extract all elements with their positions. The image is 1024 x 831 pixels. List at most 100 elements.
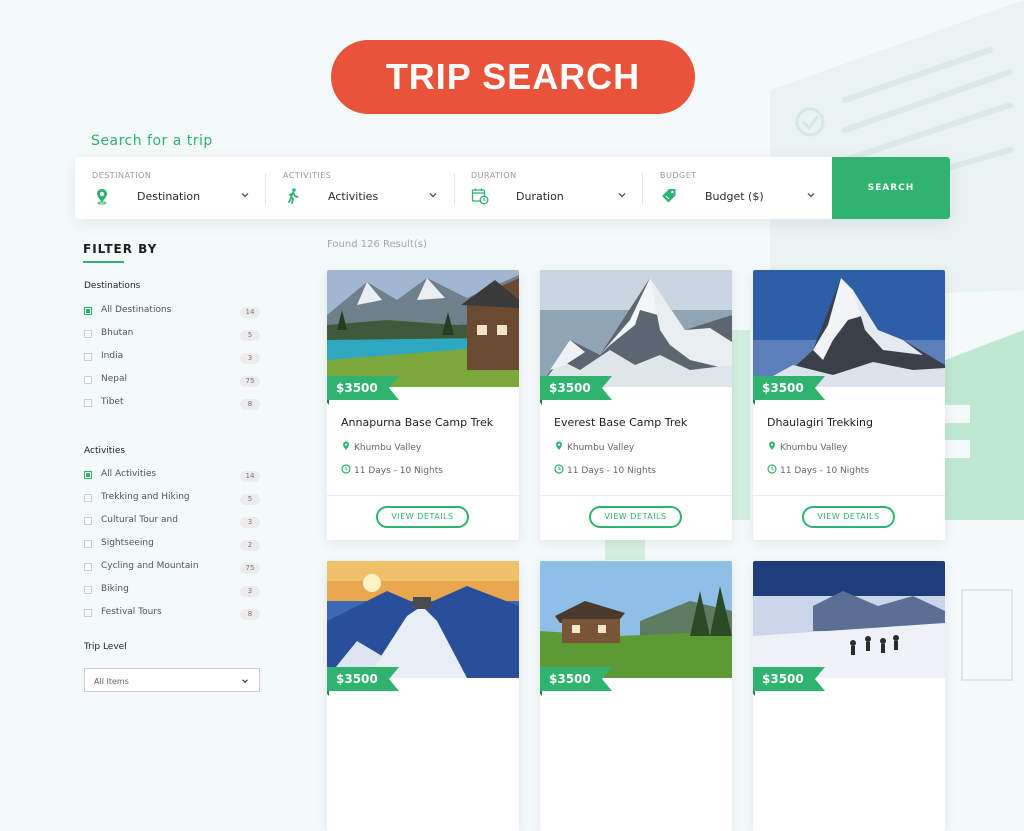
search-bar: DESTINATION Destination ACTIVITIES Activ…	[75, 157, 950, 219]
trip-level-value: All Items	[94, 677, 129, 686]
clock-icon	[341, 464, 351, 474]
destination-value: Destination	[137, 190, 201, 203]
price-tag-icon	[662, 189, 676, 203]
results-count: Found 126 Result(s)	[327, 239, 427, 250]
map-pin-icon	[556, 441, 562, 450]
checkbox[interactable]	[84, 586, 92, 594]
lake-chalet-photo	[327, 270, 519, 387]
sunset-summit-photo	[327, 561, 519, 678]
duration-select[interactable]: DURATION Duration	[471, 157, 631, 219]
count-badge: 75	[240, 376, 260, 387]
trip-title[interactable]: Everest Base Camp Trek	[554, 416, 687, 429]
checkbox[interactable]	[84, 471, 92, 479]
count-badge: 5	[240, 494, 260, 505]
filter-title-underline	[83, 261, 124, 263]
trip-level-select[interactable]: All Items	[84, 668, 260, 692]
price-label: $3500	[549, 381, 591, 395]
filter-option[interactable]: Bhutan 5	[84, 327, 260, 343]
price-tag: $3500	[327, 376, 399, 405]
trip-card[interactable]: $3500 Dhaulagiri Trekking Khumbu Valley …	[753, 270, 945, 540]
filter-option-label: Biking	[101, 584, 129, 594]
checkbox[interactable]	[84, 307, 92, 315]
trip-level-title: Trip Level	[84, 642, 127, 652]
activities-title: Activities	[84, 446, 126, 456]
destination-select[interactable]: DESTINATION Destination	[92, 157, 267, 219]
count-badge: 2	[240, 540, 260, 551]
count-badge: 5	[240, 330, 260, 341]
checkbox[interactable]	[84, 540, 92, 548]
filter-option-label: Cultural Tour and	[101, 515, 178, 525]
map-pin-icon	[343, 441, 349, 450]
filter-option[interactable]: India 3	[84, 350, 260, 366]
trip-title[interactable]: Annapurna Base Camp Trek	[341, 416, 493, 429]
price-tag: $3500	[540, 376, 612, 405]
clock-icon	[554, 464, 564, 474]
view-details-button[interactable]: VIEW DETAILS	[589, 506, 682, 528]
checkbox[interactable]	[84, 609, 92, 617]
budget-select[interactable]: BUDGET Budget ($)	[660, 157, 820, 219]
view-details-button[interactable]: VIEW DETAILS	[802, 506, 895, 528]
card-divider	[327, 495, 519, 496]
filter-option[interactable]: Festival Tours 8	[84, 606, 260, 622]
filter-option[interactable]: Cultural Tour and 3	[84, 514, 260, 530]
trip-duration-text: 11 Days - 10 Nights	[780, 466, 869, 476]
climbers-snow-photo	[753, 561, 945, 678]
map-pin-icon	[97, 189, 107, 205]
price-label: $3500	[549, 672, 591, 686]
count-badge: 3	[240, 353, 260, 364]
checkbox[interactable]	[84, 563, 92, 571]
hiker-icon	[288, 188, 299, 204]
price-tag: $3500	[540, 667, 612, 696]
view-details-button[interactable]: VIEW DETAILS	[376, 506, 469, 528]
trip-card[interactable]: $3500	[540, 561, 732, 831]
price-label: $3500	[336, 672, 378, 686]
filter-option-label: Festival Tours	[101, 607, 162, 617]
filter-option-label: Tibet	[101, 397, 124, 407]
trip-location: Khumbu Valley	[341, 441, 421, 453]
trip-title[interactable]: Dhaulagiri Trekking	[767, 416, 873, 429]
snow-peak-photo	[540, 270, 732, 387]
card-divider	[540, 495, 732, 496]
checkbox[interactable]	[84, 376, 92, 384]
filter-option-label: All Activities	[101, 469, 157, 479]
filter-option[interactable]: Nepal 75	[84, 373, 260, 389]
trip-duration-text: 11 Days - 10 Nights	[354, 466, 443, 476]
trip-card[interactable]: $3500 Annapurna Base Camp Trek Khumbu Va…	[327, 270, 519, 540]
search-button[interactable]: SEARCH	[832, 157, 950, 219]
checkbox[interactable]	[84, 517, 92, 525]
trip-card[interactable]: $3500	[753, 561, 945, 831]
activities-value: Activities	[328, 190, 379, 203]
filter-option-label: Cycling and Mountain	[101, 561, 199, 571]
budget-label: BUDGET	[660, 171, 697, 180]
activities-select[interactable]: ACTIVITIES Activities	[283, 157, 443, 219]
filter-option-label: Sightseeing	[101, 538, 154, 548]
checkbox[interactable]	[84, 494, 92, 502]
hero-title: TRIP SEARCH	[385, 56, 641, 97]
trip-location-text: Khumbu Valley	[354, 443, 422, 453]
filter-option[interactable]: Sightseeing 2	[84, 537, 260, 553]
filter-option[interactable]: Biking 3	[84, 583, 260, 599]
checkbox[interactable]	[84, 330, 92, 338]
filter-option-label: Bhutan	[101, 328, 134, 338]
filter-option[interactable]: Cycling and Mountain 75	[84, 560, 260, 576]
price-label: $3500	[336, 381, 378, 395]
checkbox[interactable]	[84, 353, 92, 361]
filter-option[interactable]: Trekking and Hiking 5	[84, 491, 260, 507]
destinations-title: Destinations	[84, 281, 141, 291]
card-divider	[753, 495, 945, 496]
filter-option[interactable]: Tibet 8	[84, 396, 260, 412]
filter-option[interactable]: All Destinations 14	[84, 304, 260, 320]
count-badge: 14	[240, 307, 260, 318]
price-tag: $3500	[753, 667, 825, 696]
duration-value: Duration	[516, 190, 564, 203]
filter-option-label: Trekking and Hiking	[101, 492, 190, 502]
trip-duration: 11 Days - 10 Nights	[554, 464, 656, 476]
filter-option[interactable]: All Activities 14	[84, 468, 260, 484]
checkbox[interactable]	[84, 399, 92, 407]
price-tag: $3500	[327, 667, 399, 696]
trip-duration-text: 11 Days - 10 Nights	[567, 466, 656, 476]
trip-card[interactable]: $3500	[327, 561, 519, 831]
trip-card[interactable]: $3500 Everest Base Camp Trek Khumbu Vall…	[540, 270, 732, 540]
price-label: $3500	[762, 381, 804, 395]
count-badge: 75	[240, 563, 260, 574]
